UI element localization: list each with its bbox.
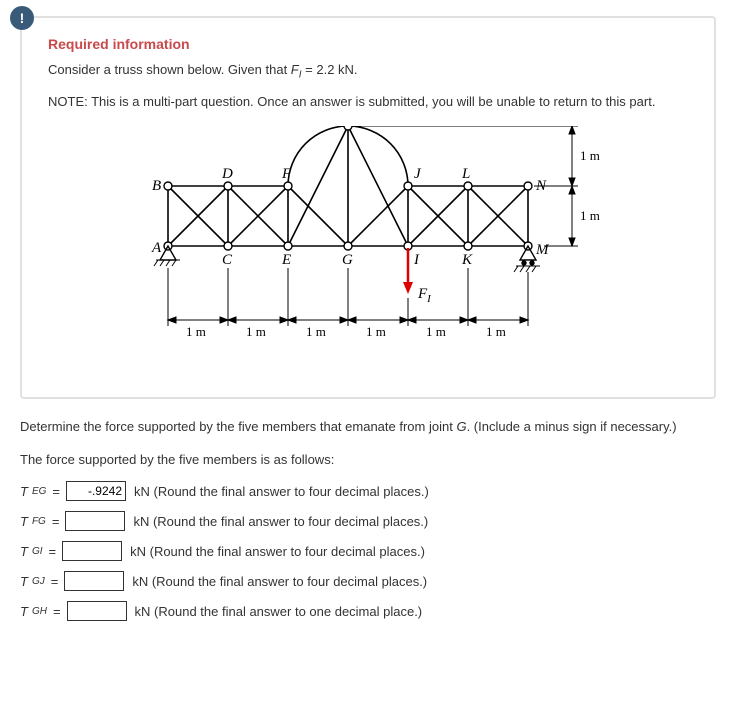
svg-text:C: C	[222, 252, 233, 268]
answer-input-gh[interactable]	[67, 601, 127, 621]
svg-text:1 m: 1 m	[580, 208, 600, 223]
svg-text:I: I	[413, 252, 420, 268]
intro-var: F	[291, 62, 299, 77]
answer-input-gj[interactable]	[64, 571, 124, 591]
equals: =	[51, 574, 59, 589]
answer-row-gj: T GJ = kN (Round the final answer to four …	[20, 571, 716, 591]
svg-text:B: B	[152, 178, 161, 194]
intro-text: Consider a truss shown below. Given that…	[48, 60, 688, 84]
note-text: NOTE: This is a multi-part question. Onc…	[48, 92, 688, 113]
svg-text:J: J	[414, 166, 422, 182]
svg-text:K: K	[461, 252, 473, 268]
svg-text:A: A	[151, 240, 162, 256]
var-label: T	[20, 514, 28, 529]
svg-text:FI: FI	[417, 286, 432, 305]
svg-text:1 m: 1 m	[426, 324, 446, 339]
svg-text:D: D	[221, 166, 233, 182]
answer-row-gh: T GH = kN (Round the final answer to one d…	[20, 601, 716, 621]
hint: kN (Round the final answer to four decim…	[130, 544, 425, 559]
svg-text:F: F	[281, 166, 292, 182]
svg-text:M: M	[535, 242, 550, 258]
var-sub: GI	[32, 546, 43, 557]
answer-row-fg: T FG = kN (Round the final answer to four …	[20, 511, 716, 531]
answer-input-fg[interactable]	[65, 511, 125, 531]
hint: kN (Round the final answer to four decim…	[134, 484, 429, 499]
answer-row-eg: T EG = kN (Round the final answer to four …	[20, 481, 716, 501]
equals: =	[52, 514, 60, 529]
hint: kN (Round the final answer to four decim…	[132, 574, 427, 589]
svg-text:1 m: 1 m	[186, 324, 206, 339]
svg-text:1 m: 1 m	[580, 148, 600, 163]
prompt-b: . (Include a minus sign if necessary.)	[467, 419, 677, 434]
hint: kN (Round the final answer to four decim…	[133, 514, 428, 529]
var-label: T	[20, 604, 28, 619]
svg-text:1 m: 1 m	[306, 324, 326, 339]
var-label: T	[20, 484, 28, 499]
answer-row-gi: T GI = kN (Round the final answer to four …	[20, 541, 716, 561]
followup-text: The force supported by the five members …	[20, 452, 716, 467]
question-prompt: Determine the force supported by the fiv…	[20, 417, 716, 438]
var-sub: EG	[32, 486, 46, 497]
svg-text:1 m: 1 m	[246, 324, 266, 339]
svg-text:E: E	[281, 252, 291, 268]
var-sub: FG	[32, 516, 46, 527]
prompt-a: Determine the force supported by the fiv…	[20, 419, 456, 434]
equals: =	[49, 544, 57, 559]
var-label: T	[20, 574, 28, 589]
answer-input-eg[interactable]	[66, 481, 126, 501]
var-sub: GH	[32, 606, 47, 617]
hint: kN (Round the final answer to one decima…	[135, 604, 423, 619]
intro-a: Consider a truss shown below. Given that	[48, 62, 291, 77]
truss-figure: A B C D E F G H I J K L M N FI	[48, 126, 688, 369]
equals: =	[52, 484, 60, 499]
answer-input-gi[interactable]	[62, 541, 122, 561]
svg-text:1 m: 1 m	[366, 324, 386, 339]
info-icon: !	[10, 6, 34, 30]
var-label: T	[20, 544, 28, 559]
equals: =	[53, 604, 61, 619]
svg-text:1 m: 1 m	[486, 324, 506, 339]
intro-b: = 2.2 kN.	[302, 62, 358, 77]
required-title: Required information	[48, 36, 688, 52]
required-info-card: ! Required information Consider a truss …	[20, 16, 716, 399]
prompt-joint: G	[456, 419, 466, 434]
var-sub: GJ	[32, 576, 45, 587]
svg-text:L: L	[461, 166, 470, 182]
svg-text:G: G	[342, 252, 353, 268]
